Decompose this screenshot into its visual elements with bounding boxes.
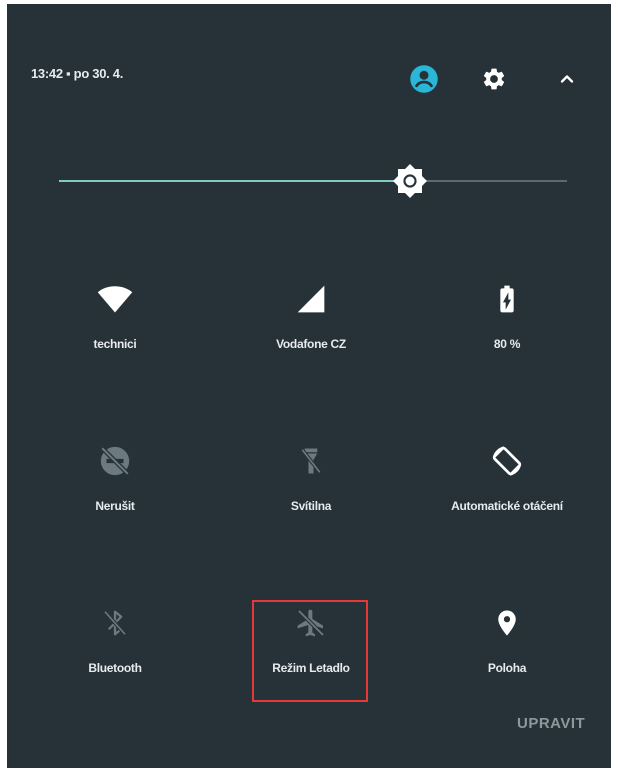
tile-label: Automatické otáčení	[451, 499, 563, 513]
brightness-fill	[59, 180, 410, 182]
do-not-disturb-off-icon	[95, 441, 135, 481]
tile-flashlight[interactable]: Svítilna	[211, 441, 411, 513]
battery-charging-icon	[487, 279, 527, 319]
tile-bluetooth[interactable]: Bluetooth	[15, 603, 215, 675]
date-time: 13:42 ▪ po 30. 4.	[31, 66, 124, 81]
chevron-up-icon[interactable]	[550, 62, 584, 96]
tile-wifi[interactable]: technici	[15, 279, 215, 351]
airplane-mode-highlight	[252, 600, 368, 702]
tile-label: Svítilna	[290, 499, 332, 513]
tile-label: Vodafone CZ	[276, 337, 346, 351]
auto-rotate-icon	[487, 441, 527, 481]
tile-mobile-data[interactable]: Vodafone CZ	[211, 279, 411, 351]
account-icon[interactable]	[407, 62, 441, 96]
tile-label: Bluetooth	[88, 661, 142, 675]
tile-location[interactable]: Poloha	[407, 603, 607, 675]
brightness-slider[interactable]	[59, 159, 567, 203]
cell-signal-icon	[291, 279, 331, 319]
location-icon	[487, 603, 527, 643]
tile-auto-rotate[interactable]: Automatické otáčení	[407, 441, 607, 513]
edit-button[interactable]: UPRAVIT	[517, 715, 585, 732]
tile-label: 80 %	[493, 337, 521, 351]
tile-label: Nerušit	[95, 499, 135, 513]
tile-label: Poloha	[487, 661, 527, 675]
tile-label: technici	[93, 337, 137, 351]
flashlight-off-icon	[291, 441, 331, 481]
wifi-icon	[95, 279, 135, 319]
tile-do-not-disturb[interactable]: Nerušit	[15, 441, 215, 513]
bluetooth-off-icon	[95, 603, 135, 643]
quick-settings-panel: 13:42 ▪ po 30. 4. technici Vodafone CZ 8…	[7, 4, 611, 768]
brightness-thumb-icon[interactable]	[392, 163, 428, 199]
tile-battery[interactable]: 80 %	[407, 279, 607, 351]
settings-icon[interactable]	[477, 62, 511, 96]
